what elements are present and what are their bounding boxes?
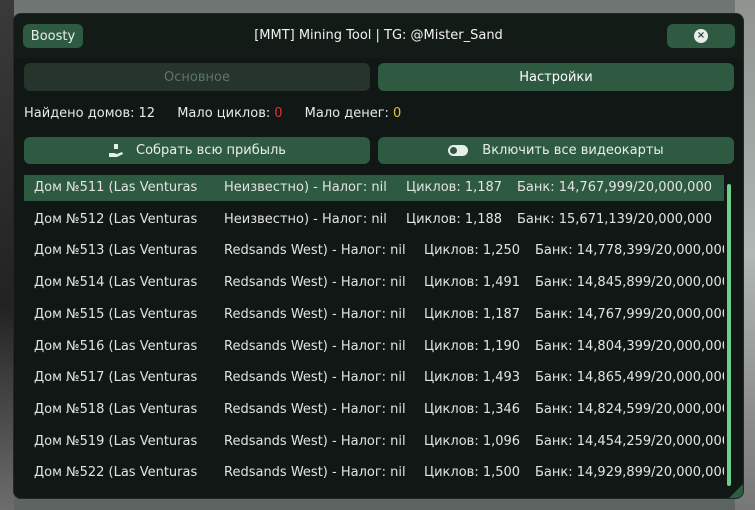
house-cycles: Циклов: 1,346 [424, 402, 521, 417]
few-money-label: Мало денег: [304, 106, 389, 121]
close-button[interactable]: × [667, 24, 735, 48]
scrollbar[interactable] [727, 184, 731, 486]
house-row[interactable]: Дом №511 (Las Venturas Неизвестно) - Нало… [24, 175, 724, 201]
house-district: Redsands West) - Налог: nil [224, 370, 406, 385]
house-row[interactable]: Дом №518 (Las Venturas Redsands West) - Н… [24, 397, 724, 423]
house-bank: Банк: 14,929,899/20,000,000 [535, 465, 724, 480]
house-cycles: Циклов: 1,188 [406, 212, 503, 227]
close-icon: × [694, 29, 708, 43]
collect-profit-label: Собрать всю прибыль [136, 143, 286, 158]
house-cycles: Циклов: 1,493 [424, 370, 521, 385]
house-bank: Банк: 14,824,599/20,000,000 [535, 402, 724, 417]
house-row[interactable]: Дом №522 (Las Venturas Redsands West) - Н… [24, 460, 724, 486]
titlebar[interactable]: [MMT] Mining Tool | TG: @Mister_Sand Boo… [14, 14, 743, 58]
house-district: Redsands West) - Налог: nil [224, 243, 406, 258]
house-name: Дом №517 (Las Venturas [34, 370, 198, 385]
house-bank: Банк: 14,865,499/20,000,000 [535, 370, 724, 385]
house-row[interactable]: Дом №512 (Las Venturas Неизвестно) - Нало… [24, 207, 724, 233]
house-row[interactable]: Дом №513 (Las Venturas Redsands West) - Н… [24, 238, 724, 264]
background-left [0, 0, 14, 510]
house-cycles: Циклов: 1,187 [424, 307, 521, 322]
house-cycles: Циклов: 1,187 [406, 180, 503, 195]
mining-tool-window: [MMT] Mining Tool | TG: @Mister_Sand Boo… [13, 13, 744, 499]
house-row[interactable]: Дом №517 (Las Venturas Redsands West) - Н… [24, 365, 724, 391]
house-district: Redsands West) - Налог: nil [224, 434, 406, 449]
house-list[interactable]: Дом №511 (Las Venturas Неизвестно) - Нало… [24, 174, 730, 492]
house-row[interactable]: Дом №519 (Las Venturas Redsands West) - Н… [24, 429, 724, 455]
house-district: Неизвестно) - Налог: nil [224, 180, 387, 195]
house-cycles: Циклов: 1,190 [424, 339, 521, 354]
house-cycles: Циклов: 1,250 [424, 243, 521, 258]
resize-handle[interactable] [729, 484, 743, 498]
collect-profit-button[interactable]: Собрать всю прибыль [24, 137, 370, 164]
house-bank: Банк: 14,767,999/20,000,000 [535, 307, 724, 322]
hand-money-icon [108, 143, 124, 158]
house-bank: Банк: 14,804,399/20,000,000 [535, 339, 724, 354]
few-money-value: 0 [392, 106, 402, 121]
window-title: [MMT] Mining Tool | TG: @Mister_Sand [254, 28, 503, 43]
house-district: Redsands West) - Налог: nil [224, 339, 406, 354]
toggle-icon [448, 145, 469, 156]
house-row[interactable]: Дом №514 (Las Venturas Redsands West) - Н… [24, 270, 724, 296]
house-district: Redsands West) - Налог: nil [224, 307, 406, 322]
house-row[interactable]: Дом №515 (Las Venturas Redsands West) - Н… [24, 302, 724, 328]
house-cycles: Циклов: 1,096 [424, 434, 521, 449]
house-name: Дом №511 (Las Venturas [34, 180, 198, 195]
house-name: Дом №519 (Las Venturas [34, 434, 198, 449]
house-name: Дом №518 (Las Venturas [34, 402, 198, 417]
house-bank: Банк: 15,671,139/20,000,000 [517, 212, 712, 227]
few-cycles-value: 0 [274, 106, 283, 121]
house-bank: Банк: 14,767,999/20,000,000 [517, 180, 712, 195]
boosty-button[interactable]: Boosty [23, 24, 83, 48]
houses-found-value: 12 [138, 106, 156, 121]
house-cycles: Циклов: 1,500 [424, 465, 521, 480]
house-name: Дом №514 (Las Venturas [34, 275, 198, 290]
house-district: Redsands West) - Налог: nil [224, 275, 406, 290]
house-row[interactable]: Дом №516 (Las Venturas Redsands West) - Н… [24, 334, 724, 360]
house-district: Redsands West) - Налог: nil [224, 402, 406, 417]
stats-bar: Найдено домов: 12 Мало циклов: 0 Мало дене… [24, 106, 405, 121]
house-name: Дом №512 (Las Venturas [34, 212, 198, 227]
tab-settings[interactable]: Настройки [378, 63, 734, 91]
houses-found-label: Найдено домов: [24, 106, 135, 121]
few-cycles-label: Мало циклов: [177, 106, 271, 121]
house-name: Дом №515 (Las Venturas [34, 307, 198, 322]
house-district: Redsands West) - Налог: nil [224, 465, 406, 480]
enable-all-gpu-button[interactable]: Включить все видеокарты [378, 137, 734, 164]
house-bank: Банк: 14,778,399/20,000,000 [535, 243, 724, 258]
house-district: Неизвестно) - Налог: nil [224, 212, 387, 227]
enable-all-gpu-label: Включить все видеокарты [482, 143, 664, 158]
house-bank: Банк: 14,845,899/20,000,000 [535, 275, 724, 290]
house-name: Дом №513 (Las Venturas [34, 243, 198, 258]
house-cycles: Циклов: 1,491 [424, 275, 521, 290]
house-bank: Банк: 14,454,259/20,000,000 [535, 434, 724, 449]
tab-main[interactable]: Основное [24, 63, 370, 91]
house-name: Дом №516 (Las Venturas [34, 339, 198, 354]
house-name: Дом №522 (Las Venturas [34, 465, 198, 480]
